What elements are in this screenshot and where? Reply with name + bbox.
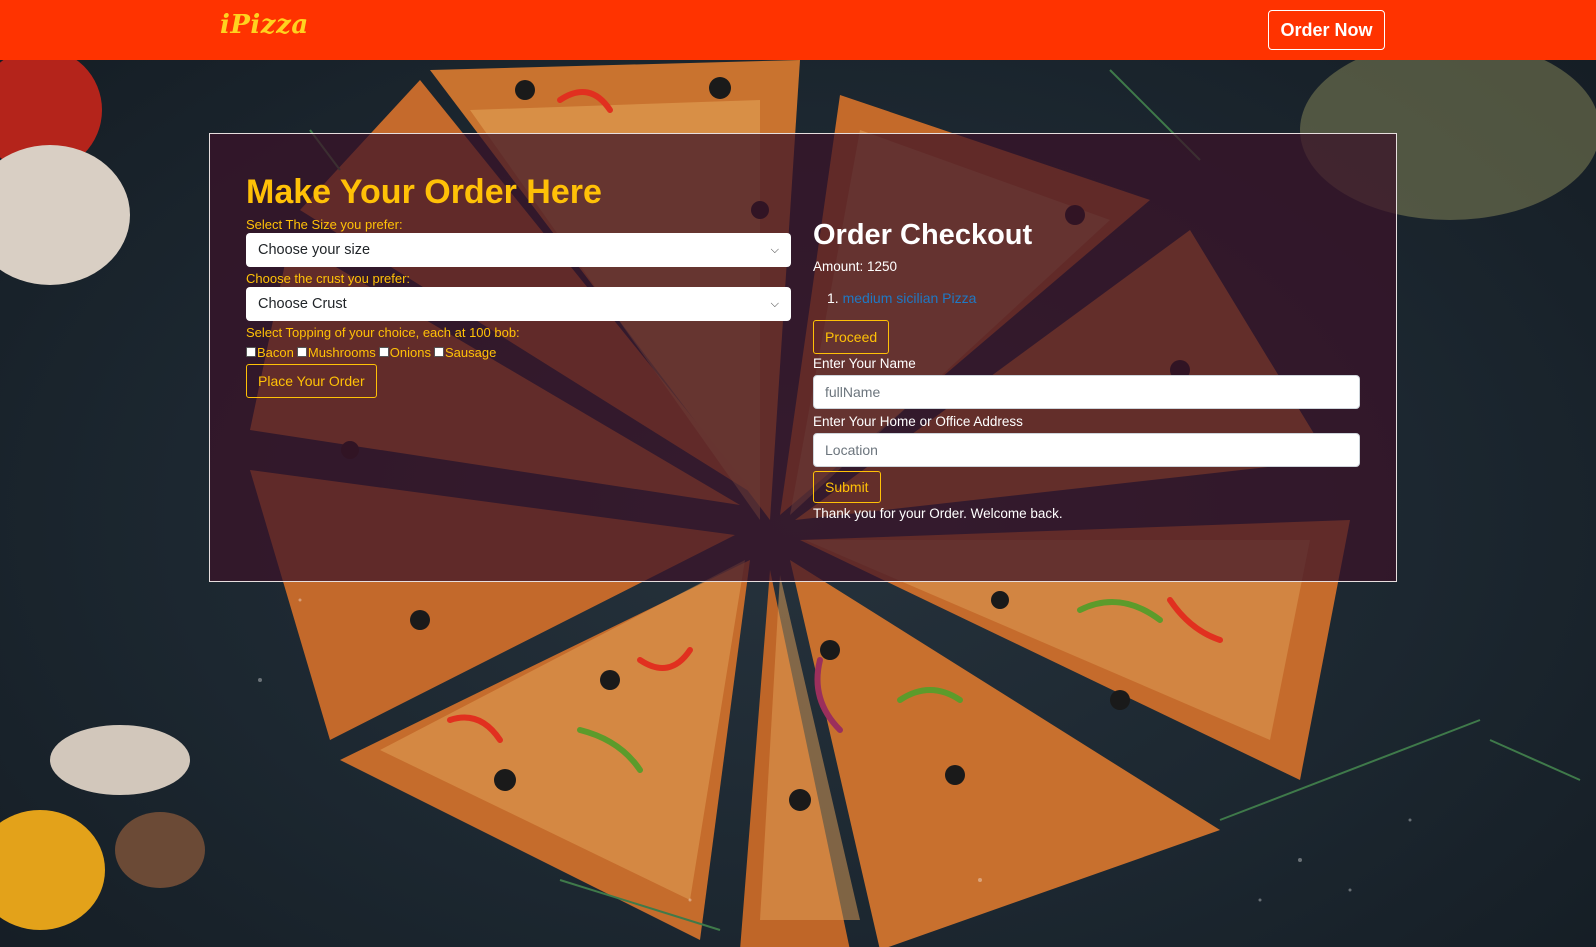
- mushrooms-checkbox[interactable]: [296, 347, 307, 357]
- topping-sausage[interactable]: Sausage: [434, 344, 496, 361]
- fullname-placeholder: fullName: [825, 384, 881, 400]
- topping-label: Bacon: [257, 344, 294, 360]
- size-select-value: Choose your size: [258, 242, 371, 258]
- top-navbar: iPizza Order Now: [0, 0, 1596, 60]
- sausage-checkbox[interactable]: [434, 347, 444, 357]
- order-items-list: 1. medium sicilian Pizza: [827, 290, 1360, 306]
- onions-checkbox[interactable]: [378, 347, 389, 357]
- topping-label: Onions: [389, 344, 431, 360]
- thank-you-message: Thank you for your Order. Welcome back.: [813, 506, 1063, 521]
- topping-mushrooms[interactable]: Mushrooms: [296, 344, 376, 361]
- topping-label: Sausage: [445, 344, 497, 360]
- chevron-down-icon: ⌵: [770, 297, 779, 310]
- order-form: Make Your Order Here Select The Size you…: [246, 172, 791, 398]
- toppings-label: Select Topping of your choice, each at 1…: [246, 325, 520, 340]
- bacon-checkbox[interactable]: [246, 347, 256, 357]
- place-order-button[interactable]: Place Your Order: [246, 364, 377, 398]
- size-label: Select The Size you prefer:: [246, 217, 403, 232]
- crust-label: Choose the crust you prefer:: [246, 271, 411, 286]
- list-item-number: 1.: [827, 290, 839, 306]
- order-panel: Make Your Order Here Select The Size you…: [209, 133, 1397, 582]
- crust-select[interactable]: Choose Crust ⌵: [246, 287, 791, 321]
- topping-onions[interactable]: Onions: [378, 344, 431, 361]
- size-select[interactable]: Choose your size ⌵: [246, 233, 791, 267]
- topping-label: Mushrooms: [307, 344, 376, 360]
- order-now-button[interactable]: Order Now: [1268, 10, 1385, 50]
- chevron-down-icon: ⌵: [770, 243, 779, 256]
- location-placeholder: Location: [825, 442, 878, 458]
- location-input[interactable]: Location: [813, 433, 1360, 467]
- address-label: Enter Your Home or Office Address: [813, 414, 1023, 429]
- list-item: 1. medium sicilian Pizza: [827, 290, 1360, 306]
- fullname-input[interactable]: fullName: [813, 375, 1360, 409]
- order-item-link[interactable]: medium sicilian Pizza: [843, 290, 977, 306]
- crust-select-value: Choose Crust: [258, 296, 347, 312]
- submit-button[interactable]: Submit: [813, 471, 881, 503]
- amount-text: Amount: 1250: [813, 259, 898, 274]
- name-label: Enter Your Name: [813, 356, 916, 371]
- checkout-title: Order Checkout: [813, 219, 1033, 251]
- brand-logo[interactable]: iPizza: [220, 10, 309, 40]
- topping-bacon[interactable]: Bacon: [246, 344, 294, 361]
- order-checkout: Order Checkout Amount: 1250 1. medium si…: [813, 218, 1360, 523]
- proceed-button[interactable]: Proceed: [813, 320, 890, 354]
- toppings-group: Bacon Mushrooms Onions Sausage: [246, 344, 791, 360]
- order-form-title: Make Your Order Here: [246, 173, 602, 211]
